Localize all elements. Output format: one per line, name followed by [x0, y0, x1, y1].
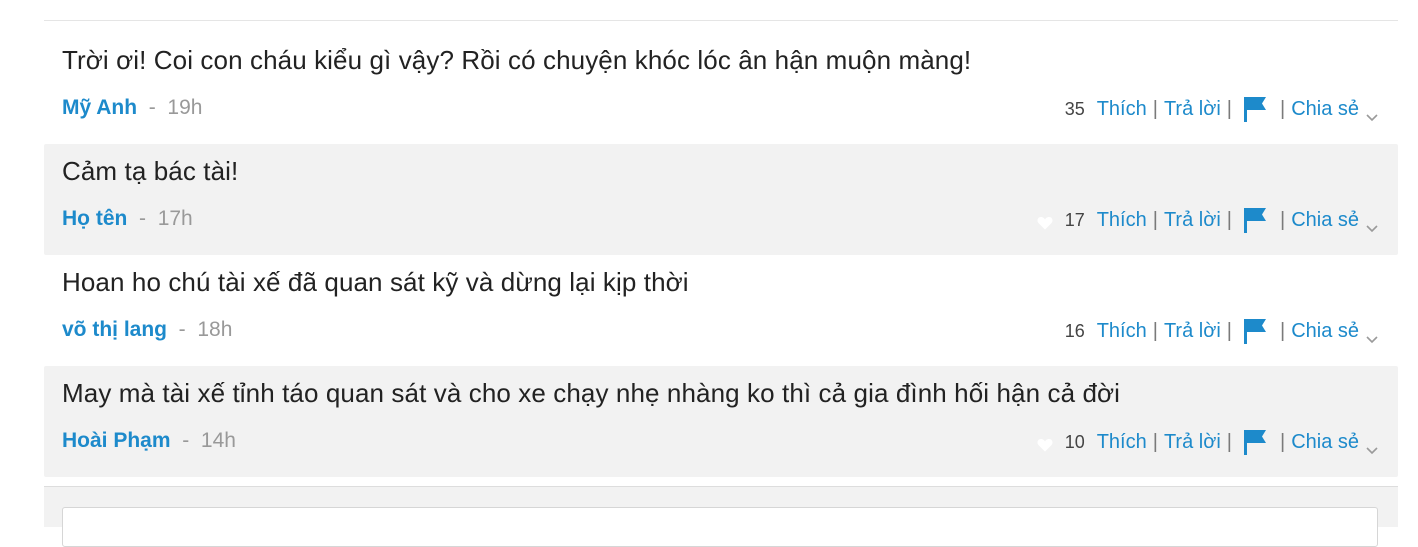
reply-button[interactable]: Trả lời: [1164, 431, 1221, 454]
flag-icon[interactable]: [1243, 318, 1266, 344]
heart-icon[interactable]: [1037, 435, 1053, 452]
reply-button[interactable]: Trả lời: [1164, 320, 1221, 343]
time-separator: -: [133, 207, 152, 230]
flag-icon[interactable]: [1243, 429, 1266, 455]
comment-text: Trời ơi! Coi con cháu kiểu gì vậy? Rồi c…: [62, 45, 972, 75]
like-button[interactable]: Thích: [1097, 98, 1147, 121]
action-separator: |: [1279, 208, 1286, 231]
flag-icon[interactable]: [1243, 207, 1266, 233]
comment-time: 18h: [197, 318, 233, 341]
comment-author-link[interactable]: Hoài Phạm: [62, 429, 171, 452]
comment-author-link[interactable]: Mỹ Anh: [62, 96, 137, 119]
comment-text: May mà tài xế tỉnh táo quan sát và cho x…: [62, 378, 1121, 408]
like-count: 16: [1064, 320, 1085, 341]
comment-time: 17h: [157, 207, 193, 230]
time-separator: -: [176, 429, 196, 452]
heart-icon[interactable]: [1037, 213, 1053, 230]
action-separator: |: [1279, 97, 1286, 120]
comment-actions: 10 Thích | Trả lời | | Chia sẻ: [1037, 429, 1378, 455]
chevron-down-icon[interactable]: [1366, 327, 1378, 344]
action-separator: |: [1226, 430, 1232, 453]
action-separator: |: [1152, 430, 1158, 453]
share-button[interactable]: Chia sẻ: [1291, 209, 1359, 232]
like-count: 17: [1064, 209, 1085, 230]
like-button[interactable]: Thích: [1097, 431, 1147, 454]
comment-item: Cảm tạ bác tài! Họ tên - 17h 17 Thích | …: [44, 144, 1398, 255]
comment-actions: 17 Thích | Trả lời | | Chia sẻ: [1037, 207, 1378, 233]
comment-author-link[interactable]: Họ tên: [62, 207, 127, 230]
share-button[interactable]: Chia sẻ: [1291, 431, 1359, 454]
share-button[interactable]: Chia sẻ: [1291, 320, 1359, 343]
like-button[interactable]: Thích: [1097, 320, 1147, 343]
action-separator: |: [1226, 208, 1232, 231]
action-separator: |: [1226, 319, 1232, 342]
action-separator: |: [1152, 208, 1158, 231]
flag-icon[interactable]: [1243, 96, 1266, 122]
action-separator: |: [1152, 97, 1158, 120]
comment-text: Hoan ho chú tài xế đã quan sát kỹ và dừn…: [62, 267, 689, 297]
action-separator: |: [1226, 97, 1232, 120]
reply-button[interactable]: Trả lời: [1164, 98, 1221, 121]
chevron-down-icon[interactable]: [1366, 438, 1378, 455]
chevron-down-icon[interactable]: [1366, 105, 1378, 122]
comment-form: [44, 486, 1398, 547]
like-count: 10: [1064, 431, 1085, 452]
action-separator: |: [1279, 319, 1286, 342]
comment-item: May mà tài xế tỉnh táo quan sát và cho x…: [44, 366, 1398, 477]
top-divider: [44, 20, 1398, 21]
comment-input[interactable]: [62, 507, 1378, 547]
comment-actions: 16 Thích | Trả lời | | Chia sẻ: [1065, 318, 1378, 344]
action-separator: |: [1152, 319, 1158, 342]
comment-list: Trời ơi! Coi con cháu kiểu gì vậy? Rồi c…: [44, 33, 1398, 477]
comment-meta: Họ tên - 17h: [62, 207, 193, 231]
comment-meta: Mỹ Anh - 19h: [62, 96, 202, 120]
like-count: 35: [1064, 98, 1085, 119]
like-button[interactable]: Thích: [1097, 209, 1147, 232]
action-separator: |: [1279, 430, 1286, 453]
comment-actions: 35 Thích | Trả lời | | Chia sẻ: [1065, 96, 1378, 122]
comment-meta: Hoài Phạm - 14h: [62, 429, 236, 453]
time-separator: -: [172, 318, 192, 341]
reply-button[interactable]: Trả lời: [1164, 209, 1221, 232]
chevron-down-icon[interactable]: [1366, 216, 1378, 233]
comment-time: 14h: [200, 429, 236, 452]
comment-time: 19h: [167, 96, 203, 119]
comment-item: Hoan ho chú tài xế đã quan sát kỹ và dừn…: [44, 255, 1398, 366]
time-separator: -: [142, 96, 162, 119]
comment-meta: võ thị lang - 18h: [62, 318, 232, 342]
comment-text: Cảm tạ bác tài!: [62, 156, 239, 186]
comment-author-link[interactable]: võ thị lang: [62, 318, 167, 341]
share-button[interactable]: Chia sẻ: [1291, 98, 1359, 121]
comment-item: Trời ơi! Coi con cháu kiểu gì vậy? Rồi c…: [44, 33, 1398, 144]
